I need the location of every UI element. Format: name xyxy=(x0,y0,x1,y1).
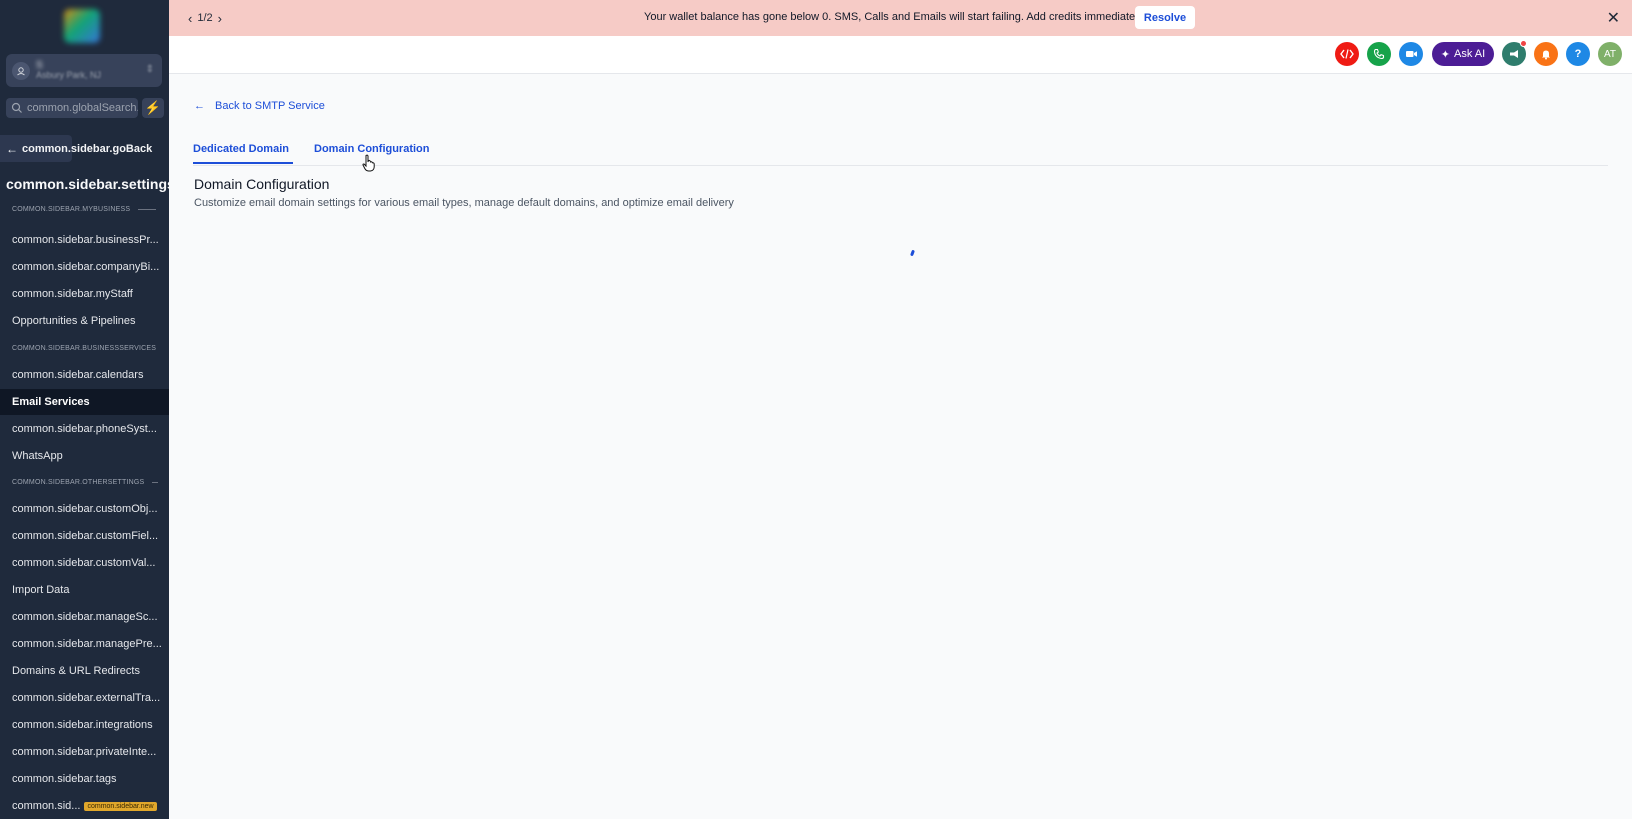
sidebar-item-label: common.sid... xyxy=(12,800,81,812)
loading-spinner xyxy=(910,249,915,257)
company-logo[interactable] xyxy=(64,9,100,43)
wallet-warning-banner: ‹ 1/2 › Your wallet balance has gone bel… xyxy=(169,0,1632,36)
sidebar-item-phone-system[interactable]: common.sidebar.phoneSyst... xyxy=(0,416,169,442)
phone-icon[interactable] xyxy=(1367,42,1391,66)
sidebar-item-tags[interactable]: common.sidebar.tags xyxy=(0,766,169,792)
hand-cursor-icon xyxy=(362,154,375,172)
section-mybusiness: COMMON.SIDEBAR.MYBUSINESS xyxy=(12,206,157,213)
location-icon xyxy=(12,61,30,80)
avatar[interactable]: AT xyxy=(1598,42,1622,66)
video-icon[interactable] xyxy=(1399,42,1423,66)
back-to-smtp-link[interactable]: ← Back to SMTP Service xyxy=(194,100,325,112)
quick-add-button[interactable]: ⚡ xyxy=(142,98,164,118)
sidebar-item-my-staff[interactable]: common.sidebar.myStaff xyxy=(0,281,169,307)
go-back-button[interactable]: ← common.sidebar.goBack xyxy=(0,135,152,162)
sidebar-item-private-integrations[interactable]: common.sidebar.privateInte... xyxy=(0,739,169,765)
sidebar-item-custom-values[interactable]: common.sidebar.customVal... xyxy=(0,550,169,576)
sidebar-item-integrations[interactable]: common.sidebar.integrations xyxy=(0,712,169,738)
chevron-right-icon[interactable]: › xyxy=(213,11,227,26)
bell-icon[interactable] xyxy=(1534,42,1558,66)
sidebar-item-manage-scoring[interactable]: common.sidebar.manageSc... xyxy=(0,604,169,630)
ask-ai-label: Ask AI xyxy=(1454,48,1486,60)
sidebar: S Asbury Park, NJ ⇕ ⚡ ← common.sidebar.g… xyxy=(0,0,169,819)
close-icon[interactable]: ✕ xyxy=(1607,8,1620,28)
sidebar-item-manage-preferences[interactable]: common.sidebar.managePre... xyxy=(0,631,169,657)
banner-pager: ‹ 1/2 › xyxy=(183,0,227,36)
section-businessservices: COMMON.SIDEBAR.BUSINESSSERVICES xyxy=(12,345,157,352)
sidebar-item-custom-objects[interactable]: common.sidebar.customObj... xyxy=(0,496,169,522)
chevron-updown-icon: ⇕ xyxy=(145,64,154,75)
help-icon[interactable]: ? xyxy=(1566,42,1590,66)
chevron-left-icon[interactable]: ‹ xyxy=(183,11,197,26)
banner-message: Your wallet balance has gone below 0. SM… xyxy=(644,11,1146,23)
section-othersettings: COMMON.SIDEBAR.OTHERSETTINGS xyxy=(12,479,159,486)
sparkle-icon: ✦ xyxy=(1440,48,1451,61)
sidebar-item-new[interactable]: common.sid... common.sidebar.new xyxy=(0,793,169,819)
notification-dot xyxy=(1520,40,1527,47)
sidebar-item-business-profile[interactable]: common.sidebar.businessPr... xyxy=(0,227,169,253)
new-badge: common.sidebar.new xyxy=(84,801,157,811)
domain-tabs: Dedicated Domain Domain Configuration xyxy=(193,140,1608,166)
sidebar-item-company-billing[interactable]: common.sidebar.companyBi... xyxy=(0,254,169,280)
go-back-label: common.sidebar.goBack xyxy=(22,142,153,155)
back-link-label: Back to SMTP Service xyxy=(215,100,325,112)
sidebar-item-calendars[interactable]: common.sidebar.calendars xyxy=(0,362,169,388)
megaphone-icon[interactable] xyxy=(1502,40,1527,66)
resolve-button[interactable]: Resolve xyxy=(1135,6,1195,29)
arrow-left-icon: ← xyxy=(194,100,205,112)
page-title: Domain Configuration xyxy=(194,176,330,192)
search-input[interactable] xyxy=(27,102,138,114)
sidebar-item-opportunities[interactable]: Opportunities & Pipelines xyxy=(0,308,169,334)
tab-dedicated-domain[interactable]: Dedicated Domain xyxy=(193,143,293,164)
sidebar-item-email-services[interactable]: Email Services xyxy=(0,389,169,415)
lightning-icon: ⚡ xyxy=(144,100,162,115)
location-city: Asbury Park, NJ xyxy=(36,70,102,81)
sidebar-item-custom-fields[interactable]: common.sidebar.customFiel... xyxy=(0,523,169,549)
sidebar-item-import-data[interactable]: Import Data xyxy=(0,577,169,603)
ask-ai-button[interactable]: ✦ Ask AI xyxy=(1432,42,1494,66)
code-icon[interactable] xyxy=(1335,42,1359,66)
arrow-left-icon: ← xyxy=(6,141,18,156)
location-switcher[interactable]: S Asbury Park, NJ ⇕ xyxy=(6,54,162,87)
pager-count: 1/2 xyxy=(197,12,213,24)
page-subtitle: Customize email domain settings for vari… xyxy=(194,197,734,209)
search-box[interactable] xyxy=(6,98,138,118)
sidebar-item-domains[interactable]: Domains & URL Redirects xyxy=(0,658,169,684)
sidebar-item-whatsapp[interactable]: WhatsApp xyxy=(0,443,169,469)
top-header: ✦ Ask AI ? AT xyxy=(169,36,1632,74)
settings-title: common.sidebar.settings xyxy=(6,176,169,192)
search-icon xyxy=(11,102,22,113)
sidebar-item-external-tracking[interactable]: common.sidebar.externalTra... xyxy=(0,685,169,711)
